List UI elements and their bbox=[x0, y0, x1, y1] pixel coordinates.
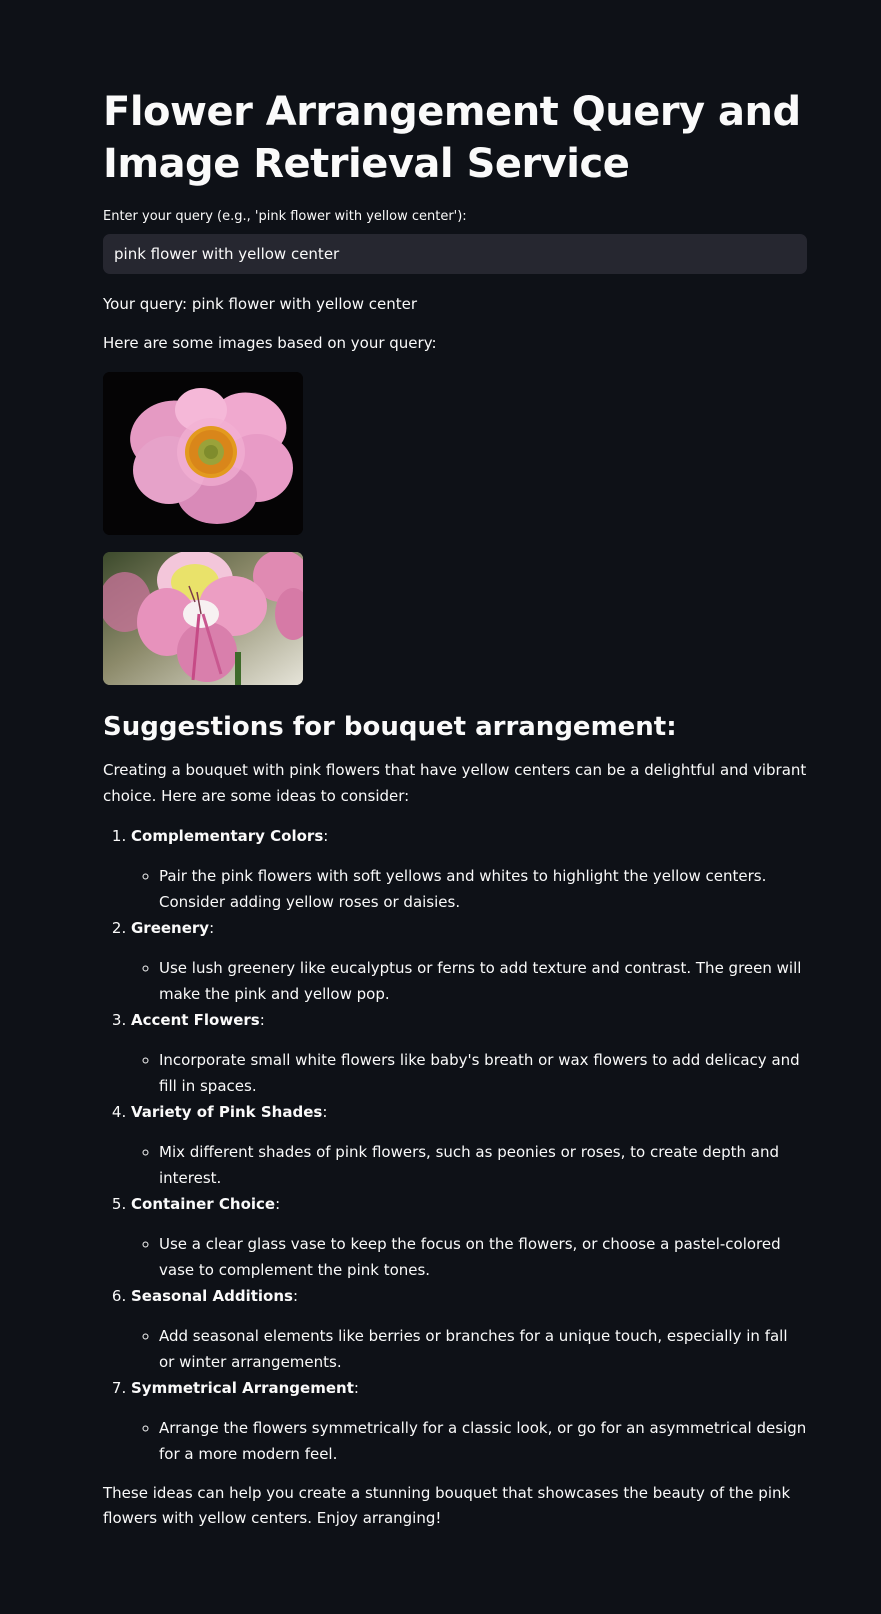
suggestion-detail: Arrange the flowers symmetrically for a … bbox=[159, 1415, 807, 1467]
suggestions-heading: Suggestions for bouquet arrangement: bbox=[103, 712, 677, 742]
suggestion-item: Variety of Pink Shades: Mix different sh… bbox=[131, 1099, 807, 1191]
suggestion-item: Complementary Colors: Pair the pink flow… bbox=[131, 823, 807, 915]
query-input[interactable] bbox=[103, 234, 807, 274]
suggestion-title: Variety of Pink Shades bbox=[131, 1103, 323, 1121]
pink-alstroemeria-image bbox=[103, 552, 303, 685]
pink-anemone-image bbox=[103, 372, 303, 535]
page-title: Flower Arrangement Query and Image Retri… bbox=[103, 89, 801, 187]
suggestion-detail: Incorporate small white flowers like bab… bbox=[159, 1047, 807, 1099]
suggestion-item: Container Choice: Use a clear glass vase… bbox=[131, 1191, 807, 1283]
suggestion-detail: Use lush greenery like eucalyptus or fer… bbox=[159, 955, 807, 1007]
suggestion-detail: Pair the pink flowers with soft yellows … bbox=[159, 863, 807, 915]
images-intro: Here are some images based on your query… bbox=[103, 334, 437, 352]
result-image-2[interactable] bbox=[103, 552, 303, 685]
suggestion-item: Greenery: Use lush greenery like eucalyp… bbox=[131, 915, 807, 1007]
suggestion-detail: Add seasonal elements like berries or br… bbox=[159, 1323, 807, 1375]
suggestion-item: Symmetrical Arrangement: Arrange the flo… bbox=[131, 1375, 807, 1467]
suggestions-intro: Creating a bouquet with pink flowers tha… bbox=[103, 761, 807, 805]
query-echo: Your query: pink flower with yellow cent… bbox=[103, 295, 418, 313]
query-input-label: Enter your query (e.g., 'pink flower wit… bbox=[103, 209, 467, 224]
suggestion-title: Seasonal Additions bbox=[131, 1287, 293, 1305]
suggestion-title: Accent Flowers bbox=[131, 1011, 260, 1029]
suggestion-detail: Mix different shades of pink flowers, su… bbox=[159, 1139, 807, 1191]
suggestions-closing: These ideas can help you create a stunni… bbox=[103, 1484, 791, 1527]
suggestion-title: Symmetrical Arrangement bbox=[131, 1379, 354, 1397]
suggestion-item: Accent Flowers: Incorporate small white … bbox=[131, 1007, 807, 1099]
result-image-1[interactable] bbox=[103, 372, 303, 535]
suggestions-list: Complementary Colors: Pair the pink flow… bbox=[103, 823, 807, 1467]
suggestion-detail: Use a clear glass vase to keep the focus… bbox=[159, 1231, 807, 1283]
main-content: Flower Arrangement Query and Image Retri… bbox=[103, 0, 807, 1531]
suggestion-item: Seasonal Additions: Add seasonal element… bbox=[131, 1283, 807, 1375]
suggestion-title: Greenery bbox=[131, 919, 210, 937]
suggestion-title: Container Choice bbox=[131, 1195, 276, 1213]
suggestion-title: Complementary Colors bbox=[131, 827, 324, 845]
